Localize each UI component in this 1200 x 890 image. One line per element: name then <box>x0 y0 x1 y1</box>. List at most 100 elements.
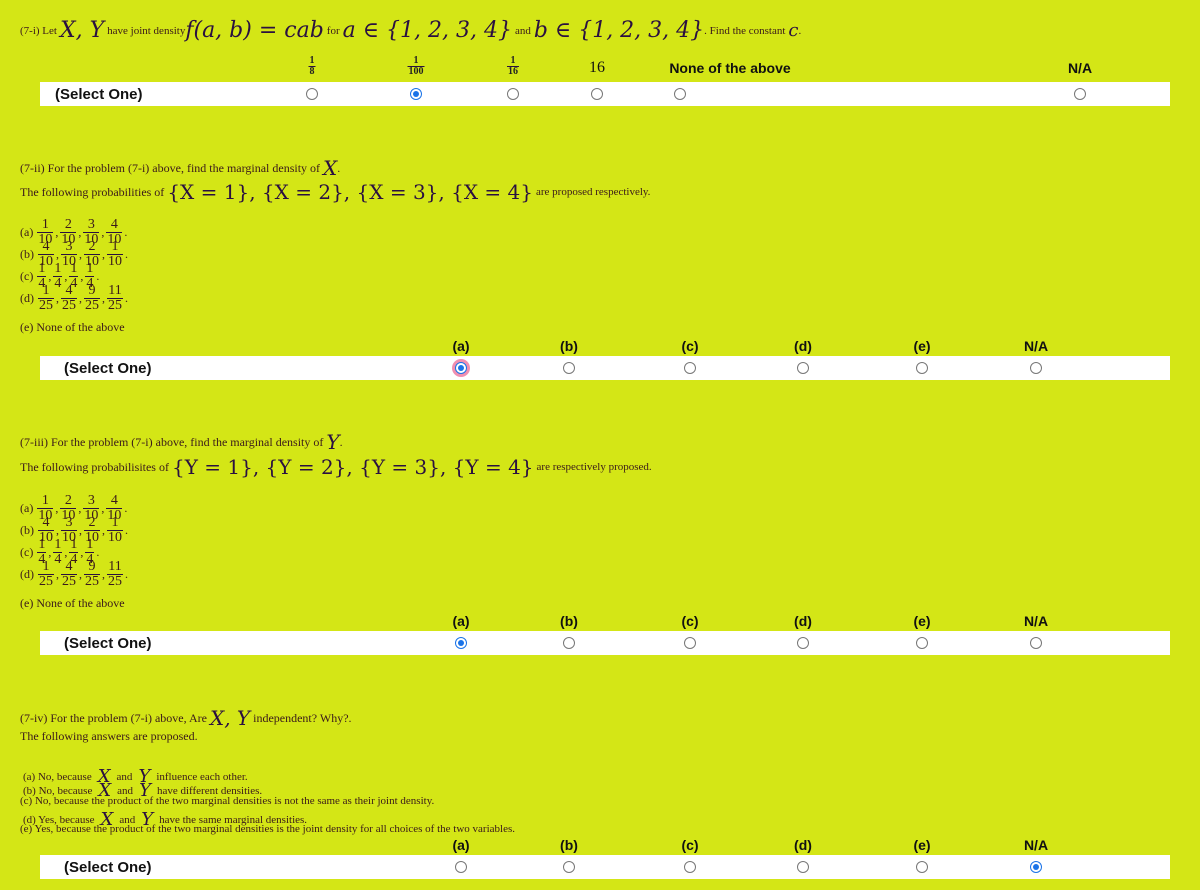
fraction-numerator: 1 <box>86 537 94 552</box>
q3-radio-c[interactable] <box>684 637 696 649</box>
fraction-numerator: 1 <box>41 493 49 508</box>
fraction-numerator: 2 <box>88 515 96 530</box>
q1-radio-na[interactable] <box>1074 88 1086 100</box>
separator: . <box>124 225 128 239</box>
q1-radio-none[interactable] <box>674 88 686 100</box>
q1-prompt: (7-i) Let X, Y have joint density f(a, b… <box>20 18 801 43</box>
q3-radio-d[interactable] <box>797 637 809 649</box>
q2-radio-b[interactable] <box>563 362 575 374</box>
q2-line1-var: X <box>323 156 338 180</box>
fraction: 11 25 <box>107 284 123 313</box>
answer-text: (e) Yes, because the product of the two … <box>20 823 515 835</box>
q1-radio-1-100[interactable] <box>410 88 422 100</box>
separator: , <box>102 523 105 537</box>
fraction: 11 25 <box>107 560 123 589</box>
q2-radio-na[interactable] <box>1030 362 1042 374</box>
q4-radio-b[interactable] <box>563 861 575 873</box>
q2-col-a: (a) <box>452 338 470 354</box>
q1-radio-16[interactable] <box>591 88 603 100</box>
q1-opt0-num: 1 <box>309 55 315 66</box>
q3-col-na: N/A <box>1023 613 1049 629</box>
choice-label: (d) <box>20 567 34 581</box>
q2-radio-d[interactable] <box>797 362 809 374</box>
separator: , <box>78 501 82 515</box>
separator: , <box>101 225 105 239</box>
fraction-denominator: 25 <box>107 574 123 589</box>
fraction-numerator: 3 <box>87 217 95 232</box>
separator: , <box>56 523 59 537</box>
fraction-denominator: 25 <box>84 574 100 589</box>
q1-opt1-num: 1 <box>413 55 419 66</box>
q3-radio-na[interactable] <box>1030 637 1042 649</box>
q3-radio-b[interactable] <box>563 637 575 649</box>
q3-line1-prefix: (7-iii) For the problem (7-i) above, fin… <box>20 434 324 449</box>
q4-line1-prefix: (7-iv) For the problem (7-i) above, Are <box>20 710 207 725</box>
fraction-numerator: 4 <box>65 559 73 574</box>
separator: . <box>124 501 128 515</box>
separator: , <box>64 269 68 283</box>
fraction-numerator: 1 <box>70 261 78 276</box>
choice-label: (b) <box>20 523 34 537</box>
q1-radio-1-16[interactable] <box>507 88 519 100</box>
q1-set-b: b ∈ {1, 2, 3, 4} <box>533 18 705 43</box>
q2-col-e: (e) <box>913 338 931 354</box>
separator: , <box>79 523 82 537</box>
fraction-numerator: 2 <box>64 493 72 508</box>
q3-radio-a[interactable] <box>455 637 467 649</box>
q4-line2: The following answers are proposed. <box>20 729 198 743</box>
q2-col-c: (c) <box>681 338 699 354</box>
q3-line2-suffix: are respectively proposed. <box>536 461 652 473</box>
fraction-denominator: 25 <box>107 298 123 313</box>
q1-opt0-den: 8 <box>308 66 316 77</box>
separator: . <box>96 269 100 283</box>
separator: , <box>79 291 82 305</box>
separator: , <box>55 501 59 515</box>
separator: , <box>102 567 105 581</box>
q1-mid2: for <box>326 24 340 37</box>
choice-label: (b) <box>20 247 34 261</box>
fraction-denominator: 10 <box>107 254 123 269</box>
q3-line1: (7-iii) For the problem (7-i) above, fin… <box>20 430 343 454</box>
q2-radio-e[interactable] <box>916 362 928 374</box>
q1-const: c <box>788 20 799 41</box>
q4-radio-e[interactable] <box>916 861 928 873</box>
q2-radio-c[interactable] <box>684 362 696 374</box>
separator: , <box>78 225 82 239</box>
separator: , <box>79 247 82 261</box>
separator: , <box>56 567 59 581</box>
fraction-numerator: 1 <box>41 217 49 232</box>
fraction-numerator: 3 <box>65 239 73 254</box>
separator: , <box>79 567 82 581</box>
q2-line1-prefix: (7-ii) For the problem (7-i) above, find… <box>20 160 321 175</box>
fraction-numerator: 1 <box>42 559 50 574</box>
fraction-numerator: 1 <box>70 537 78 552</box>
fraction-denominator: 25 <box>38 298 54 313</box>
q2-line1-end: . <box>337 160 341 175</box>
fraction-numerator: 4 <box>42 515 50 530</box>
q4-radio-d[interactable] <box>797 861 809 873</box>
q4-radio-a[interactable] <box>455 861 467 873</box>
q2-line1: (7-ii) For the problem (7-i) above, find… <box>20 156 340 180</box>
fraction-numerator: 11 <box>108 559 122 574</box>
q3-radio-e[interactable] <box>916 637 928 649</box>
q2-radio-a[interactable] <box>455 362 467 374</box>
q4-radio-na[interactable] <box>1030 861 1042 873</box>
q1-opt1-den: 100 <box>407 66 425 77</box>
q2-col-b: (b) <box>560 338 578 354</box>
q3-col-b: (b) <box>560 613 578 629</box>
q1-radio-1-8[interactable] <box>306 88 318 100</box>
fraction-numerator: 1 <box>111 515 119 530</box>
q4-answer-row <box>40 855 1170 879</box>
q4-line1: (7-iv) For the problem (7-i) above, Are … <box>20 706 352 730</box>
q4-select-label: (Select One) <box>64 859 152 876</box>
separator: , <box>101 501 105 515</box>
q1-col-none: None of the above <box>669 60 791 76</box>
q4-line1-suffix: independent? Why?. <box>253 710 352 725</box>
q4-radio-c[interactable] <box>684 861 696 873</box>
choice-label: (c) <box>20 269 34 283</box>
q4-col-e: (e) <box>913 837 931 853</box>
q4-answer-c: (c) No, because the product of the two m… <box>20 795 434 807</box>
fraction-numerator: 4 <box>42 239 50 254</box>
separator: , <box>48 545 52 559</box>
q2-select-label: (Select One) <box>64 360 152 377</box>
